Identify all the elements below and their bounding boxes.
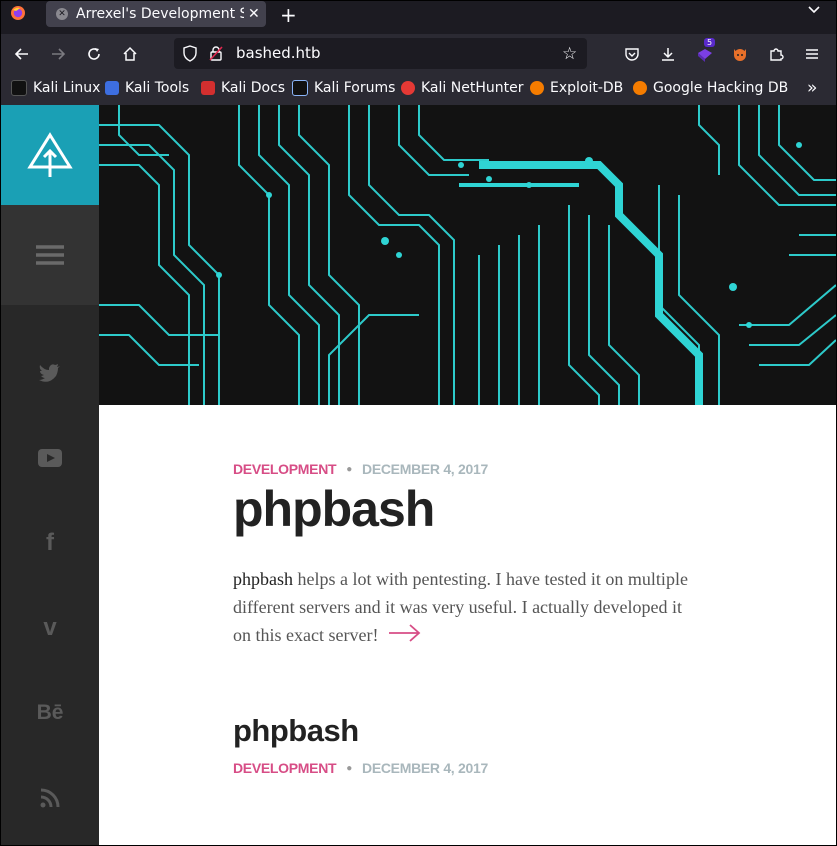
bookmark-kali-nethunter[interactable]: Kali NetHunter xyxy=(401,80,523,96)
tab-strip: ✕ Arrexel's Development Site ✕ + xyxy=(1,1,836,34)
post2-category-link[interactable]: DEVELOPMENT xyxy=(233,760,337,776)
youtube-icon xyxy=(38,449,62,467)
rss-link[interactable] xyxy=(1,783,99,813)
site-logo[interactable] xyxy=(1,105,99,205)
bookmark-exploit-db[interactable]: Exploit-DB xyxy=(530,80,623,96)
foxyproxy-button[interactable] xyxy=(729,43,751,65)
web-page: f v Bē DEVELOPMENT ● DECEMBER 4, 2017 ph… xyxy=(1,105,836,845)
post-meta: DEVELOPMENT ● DECEMBER 4, 2017 xyxy=(233,461,733,477)
downloads-button[interactable] xyxy=(657,43,679,65)
post-excerpt: phpbash helps a lot with pentesting. I h… xyxy=(233,565,703,651)
home-icon xyxy=(123,46,137,61)
bookmark-kali-tools[interactable]: Kali Tools xyxy=(105,80,189,96)
circuit-board-graphic xyxy=(99,105,836,405)
extensions-button[interactable] xyxy=(765,43,787,65)
puzzle-icon xyxy=(770,48,784,61)
bookmark-kali-linux[interactable]: Kali Linux xyxy=(11,80,100,96)
post2-date-link[interactable]: DECEMBER 4, 2017 xyxy=(362,760,488,776)
ghdb-icon xyxy=(633,81,647,95)
meta-separator: ● xyxy=(346,463,353,475)
forward-button[interactable] xyxy=(47,43,69,65)
twitter-icon xyxy=(39,364,60,382)
excerpt-strong: phpbash xyxy=(233,569,293,589)
hero-circuit-image xyxy=(99,105,836,405)
kali-dragon-icon xyxy=(11,80,27,96)
tab-active[interactable]: ✕ Arrexel's Development Site ✕ xyxy=(46,1,266,27)
insecure-lock-icon[interactable] xyxy=(208,45,224,62)
post-date-link[interactable]: DECEMBER 4, 2017 xyxy=(362,461,488,477)
bookmark-google-hacking-db[interactable]: Google Hacking DB xyxy=(633,80,788,96)
bookmark-star-icon[interactable]: ☆ xyxy=(562,44,577,64)
sidebar-menu-button[interactable] xyxy=(1,205,99,305)
app-menu-button[interactable] xyxy=(801,43,823,65)
pocket-button[interactable] xyxy=(621,43,643,65)
vimeo-icon: v xyxy=(43,614,57,641)
bookmark-kali-docs[interactable]: Kali Docs xyxy=(201,80,285,96)
site-sidebar: f v Bē xyxy=(1,105,99,845)
firefox-icon[interactable] xyxy=(10,5,26,21)
excerpt-text: helps a lot with pentesting. I have test… xyxy=(233,569,688,645)
new-tab-button[interactable]: + xyxy=(280,3,297,27)
kali-docs-icon xyxy=(201,81,215,95)
behance-icon: Bē xyxy=(36,701,64,724)
tab-title: Arrexel's Development Site xyxy=(76,6,244,22)
upload-tree-icon xyxy=(27,132,73,177)
kali-tools-icon xyxy=(105,81,119,95)
tab-list-chevron-icon[interactable] xyxy=(807,3,821,21)
nethunter-icon xyxy=(401,81,415,95)
read-more-arrow-icon[interactable] xyxy=(388,623,422,651)
download-icon xyxy=(662,48,674,61)
hamburger-menu-icon xyxy=(806,49,818,59)
url-text: bashed.htb xyxy=(236,44,321,62)
home-button[interactable] xyxy=(119,43,141,65)
post-summary: DEVELOPMENT ● DECEMBER 4, 2017 phpbash p… xyxy=(233,461,733,651)
hamburger-menu-icon xyxy=(36,245,64,265)
bookmarks-overflow-icon[interactable]: » xyxy=(807,78,817,98)
extension-button[interactable]: 5 xyxy=(694,38,716,65)
bookmark-kali-forums[interactable]: Kali Forums xyxy=(292,80,395,96)
behance-link[interactable]: Bē xyxy=(1,698,99,728)
twitter-link[interactable] xyxy=(1,358,99,388)
reload-button[interactable] xyxy=(83,43,105,65)
vimeo-link[interactable]: v xyxy=(1,613,99,643)
facebook-link[interactable]: f xyxy=(1,528,99,558)
rss-icon xyxy=(40,788,60,808)
extension-purple-icon xyxy=(698,49,712,62)
browser-window: ✕ Arrexel's Development Site ✕ + bashed.… xyxy=(0,0,837,846)
post2-title-link[interactable]: phpbash xyxy=(233,713,359,749)
url-bar[interactable]: bashed.htb ☆ xyxy=(174,38,587,69)
meta-separator: ● xyxy=(346,762,353,774)
extension-badge: 5 xyxy=(704,38,716,47)
kali-forums-icon xyxy=(292,80,308,96)
exploit-db-icon xyxy=(530,81,544,95)
post-title-link[interactable]: phpbash xyxy=(233,479,733,539)
bookmarks-toolbar: Kali Linux Kali Tools Kali Docs Kali For… xyxy=(1,74,836,105)
tracking-shield-icon[interactable] xyxy=(182,45,198,62)
back-arrow-icon xyxy=(14,48,28,60)
back-button[interactable] xyxy=(11,43,33,65)
nav-toolbar: bashed.htb ☆ 5 xyxy=(1,34,836,74)
reload-icon xyxy=(88,48,100,60)
site-favicon-icon: ✕ xyxy=(56,8,68,20)
fox-icon xyxy=(734,49,746,61)
tab-close-icon[interactable]: ✕ xyxy=(248,6,260,22)
post-category-link[interactable]: DEVELOPMENT xyxy=(233,461,337,477)
post2-meta: DEVELOPMENT ● DECEMBER 4, 2017 xyxy=(233,760,488,776)
forward-arrow-icon xyxy=(52,48,66,60)
facebook-icon: f xyxy=(46,529,54,556)
pocket-icon xyxy=(625,48,639,61)
youtube-link[interactable] xyxy=(1,443,99,473)
